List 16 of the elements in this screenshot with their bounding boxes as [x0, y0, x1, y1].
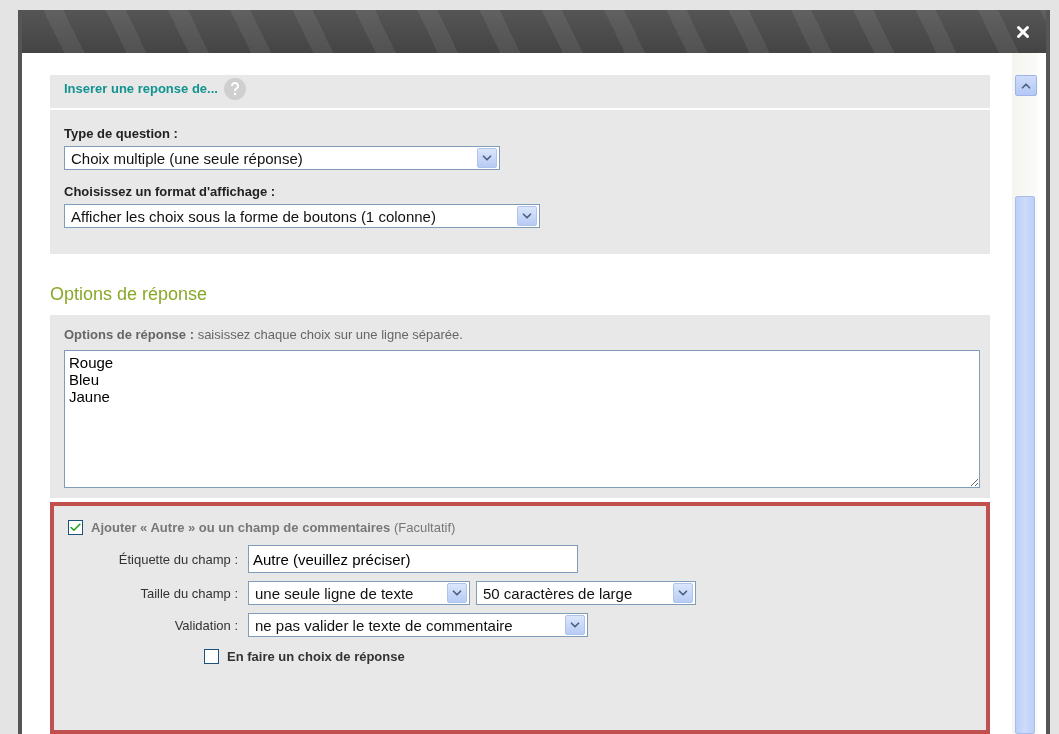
field-label: Type de question : [64, 126, 179, 141]
select-field[interactable]: Afficher les choix sous la forme de boutons (1 colonne) [64, 204, 540, 228]
select-field[interactable]: 50 caractères de large [476, 581, 696, 605]
field-hint: Options de réponse : saisissez chaque choix sur une ligne séparée. [64, 327, 464, 342]
field-label: Taille du champ : [139, 585, 238, 601]
answer-options-field[interactable]: Rouge Bleu Jaune [64, 350, 980, 488]
select-field[interactable]: une seule ligne de texte [248, 581, 470, 605]
section-title: Options de réponse [50, 284, 209, 305]
field-label: Choisissez un format d'affichage : [64, 184, 277, 199]
checkbox-label: Ajouter « Autre » ou un champ de commentaires (Facultatif) [91, 520, 456, 535]
select-field[interactable]: ne pas valider le texte de commentaire [248, 613, 588, 637]
field-label: Étiquette du champ : [117, 551, 238, 567]
field-label: Validation : [173, 617, 238, 633]
input-field[interactable]: Autre (veuillez préciser) [248, 545, 578, 573]
checkbox-label: En faire un choix de réponse [227, 649, 405, 664]
select-field[interactable]: Choix multiple (une seule réponse) [64, 146, 500, 170]
